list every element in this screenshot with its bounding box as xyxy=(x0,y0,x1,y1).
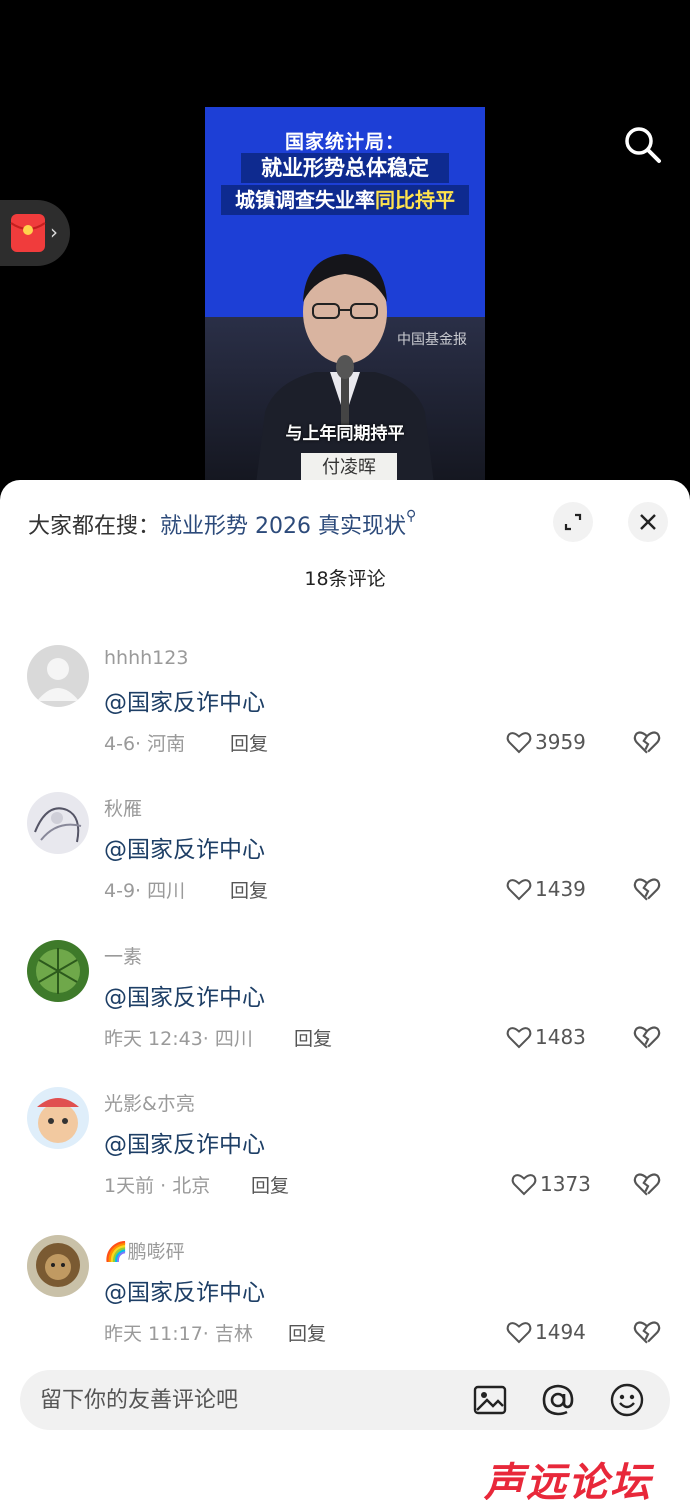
close-button[interactable] xyxy=(628,502,668,542)
like-count: 3959 xyxy=(535,730,586,754)
reply-button[interactable]: 回复 xyxy=(230,729,268,756)
like-count: 1439 xyxy=(535,877,586,901)
heart-icon xyxy=(506,732,532,754)
heart-icon xyxy=(506,1322,532,1344)
comment-username[interactable]: hhhh123 xyxy=(104,647,188,669)
red-packet-icon xyxy=(10,214,46,252)
comment-input-bar xyxy=(20,1370,670,1430)
comment-text[interactable]: @国家反诈中心 xyxy=(104,1125,265,1159)
hot-search-term[interactable]: 就业形势 2026 真实现状 xyxy=(160,514,406,539)
avatar[interactable] xyxy=(27,1087,89,1149)
reply-button[interactable]: 回复 xyxy=(230,876,268,903)
like-button[interactable]: 3959 xyxy=(505,727,586,757)
video-title-line3-prefix: 城镇调查失业率 xyxy=(235,188,375,212)
search-icon[interactable] xyxy=(622,124,662,164)
comment-username[interactable]: 光影&朩亮 xyxy=(104,1089,195,1116)
forum-watermark: 声远论坛 xyxy=(484,1460,652,1500)
comment-meta: 昨天 12:43· 四川 xyxy=(104,1028,253,1050)
expand-icon xyxy=(564,513,582,531)
avatar[interactable] xyxy=(27,940,89,1002)
broken-heart-icon[interactable] xyxy=(632,1317,662,1347)
avatar[interactable] xyxy=(27,1235,89,1297)
emoji-icon[interactable] xyxy=(609,1382,645,1418)
heart-icon xyxy=(506,879,532,901)
comment-username[interactable]: 🌈鹏嘭砰 xyxy=(104,1237,185,1264)
search-small-icon: ⚲ xyxy=(406,508,417,524)
comment-item[interactable]: 光影&朩亮 @国家反诈中心 1天前 · 北京 回复 1373 xyxy=(0,1087,690,1227)
broken-heart-icon[interactable] xyxy=(632,727,662,757)
like-button[interactable]: 1439 xyxy=(505,874,586,904)
comment-text[interactable]: @国家反诈中心 xyxy=(104,1273,265,1307)
comment-item[interactable]: 🌈鹏嘭砰 @国家反诈中心 昨天 11:17· 吉林 回复 1494 xyxy=(0,1235,690,1375)
hot-search-prefix: 大家都在搜： xyxy=(28,514,161,539)
reply-button[interactable]: 回复 xyxy=(251,1171,289,1198)
like-count: 1494 xyxy=(535,1320,586,1344)
video-title-line1: 国家统计局： xyxy=(284,131,405,153)
comment-meta: 1天前 · 北京 xyxy=(104,1175,211,1197)
video-watermark: 中国基金报 xyxy=(397,332,467,348)
avatar[interactable] xyxy=(27,792,89,854)
comment-username[interactable]: 一素 xyxy=(104,942,142,969)
broken-heart-icon[interactable] xyxy=(632,1169,662,1199)
video-caption: 与上年同期持平 xyxy=(285,424,405,444)
image-icon[interactable] xyxy=(472,1382,508,1418)
comment-meta: 昨天 11:17· 吉林 xyxy=(104,1323,253,1345)
video-nameplate: 付凌晖 xyxy=(301,453,397,483)
comment-meta: 4-6· 河南 xyxy=(104,733,186,755)
comment-meta: 4-9· 四川 xyxy=(104,880,186,902)
close-icon xyxy=(640,514,656,530)
comment-item[interactable]: 一素 @国家反诈中心 昨天 12:43· 四川 回复 1483 xyxy=(0,940,690,1080)
video-title-line3-highlight: 同比持平 xyxy=(375,188,455,212)
comment-sheet: 大家都在搜：就业形势 2026 真实现状⚲ 18条评论 hhhh123 @国家反… xyxy=(0,480,690,1500)
comment-text[interactable]: @国家反诈中心 xyxy=(104,830,265,864)
like-count: 1483 xyxy=(535,1025,586,1049)
like-count: 1373 xyxy=(540,1172,591,1196)
video-area[interactable]: 国家统计局： 就业形势总体稳定 城镇调查失业率同比持平 中国基金报 与上年同期持… xyxy=(0,0,690,500)
video-title-line3: 城镇调查失业率同比持平 xyxy=(221,185,469,215)
like-button[interactable]: 1494 xyxy=(505,1317,586,1347)
expand-button[interactable] xyxy=(553,502,593,542)
heart-icon xyxy=(511,1174,537,1196)
mention-icon[interactable] xyxy=(540,1382,576,1418)
heart-icon xyxy=(506,1027,532,1049)
avatar[interactable] xyxy=(27,645,89,707)
reply-button[interactable]: 回复 xyxy=(294,1024,332,1051)
broken-heart-icon[interactable] xyxy=(632,874,662,904)
reply-button[interactable]: 回复 xyxy=(288,1319,326,1346)
like-button[interactable]: 1483 xyxy=(505,1022,586,1052)
video-title-line2: 就业形势总体稳定 xyxy=(241,153,449,183)
hot-search-row[interactable]: 大家都在搜：就业形势 2026 真实现状⚲ xyxy=(28,508,416,540)
comment-item[interactable]: 秋雁 @国家反诈中心 4-9· 四川 回复 1439 xyxy=(0,792,690,932)
video-frame[interactable]: 国家统计局： 就业形势总体稳定 城镇调查失业率同比持平 中国基金报 与上年同期持… xyxy=(205,107,485,485)
comment-text[interactable]: @国家反诈中心 xyxy=(104,683,265,717)
chevron-right-icon: › xyxy=(50,220,58,244)
broken-heart-icon[interactable] xyxy=(632,1022,662,1052)
comment-item[interactable]: hhhh123 @国家反诈中心 4-6· 河南 回复 3959 xyxy=(0,645,690,785)
comment-username[interactable]: 秋雁 xyxy=(104,794,142,821)
comment-count: 18条评论 xyxy=(304,568,386,590)
speaker-figure xyxy=(255,254,435,485)
comment-text[interactable]: @国家反诈中心 xyxy=(104,978,265,1012)
comment-input[interactable] xyxy=(40,1370,460,1430)
like-button[interactable]: 1373 xyxy=(510,1169,591,1199)
red-packet-button[interactable]: › xyxy=(0,200,70,266)
